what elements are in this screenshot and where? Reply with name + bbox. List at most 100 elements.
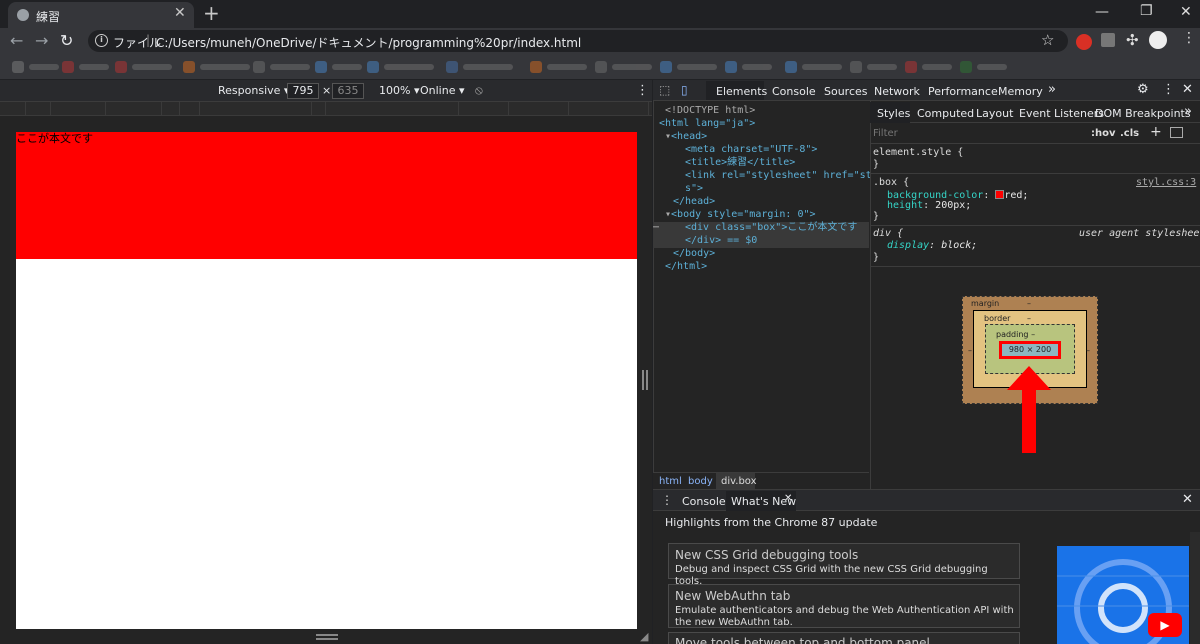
breadcrumb-html[interactable]: html bbox=[659, 476, 682, 487]
forward-icon[interactable]: → bbox=[35, 31, 48, 50]
bookmark-item[interactable] bbox=[12, 61, 59, 73]
card-title[interactable]: New CSS Grid debugging tools bbox=[675, 548, 858, 562]
tab-layout[interactable]: Layout bbox=[976, 107, 1013, 120]
height-input[interactable]: 635 bbox=[332, 83, 364, 99]
tab-dom-breakpoints[interactable]: DOM Breakpoints bbox=[1095, 107, 1191, 120]
bookmark-item[interactable] bbox=[367, 61, 434, 73]
bookmark-item[interactable] bbox=[785, 61, 842, 73]
whats-new-card[interactable]: New CSS Grid debugging tools Debug and i… bbox=[668, 543, 1020, 587]
devtools-close-icon[interactable]: ✕ bbox=[1182, 82, 1193, 97]
settings-gear-icon[interactable]: ⚙ bbox=[1137, 82, 1149, 97]
bookmark-item[interactable] bbox=[446, 61, 513, 73]
bookmark-item[interactable] bbox=[595, 61, 652, 73]
inspect-element-icon[interactable]: ⬚ bbox=[659, 83, 670, 97]
whats-new-card[interactable]: New WebAuthn tab Emulate authenticators … bbox=[668, 584, 1020, 628]
drawer-scrollbar[interactable] bbox=[1190, 532, 1200, 644]
dom-body-open[interactable]: ▾<body style="margin: 0"> bbox=[665, 208, 816, 221]
minimize-icon[interactable]: — bbox=[1095, 4, 1109, 20]
breadcrumb-body[interactable]: body bbox=[688, 476, 713, 487]
browser-tab[interactable]: 練習 ✕ bbox=[8, 2, 194, 28]
styles-filter-input[interactable] bbox=[873, 126, 1073, 141]
bookmark-item[interactable] bbox=[530, 61, 587, 73]
drawer-tab-console[interactable]: Console bbox=[682, 495, 726, 508]
dom-head-close[interactable]: </head> bbox=[673, 195, 715, 208]
drawer-close-icon[interactable]: ✕ bbox=[1182, 492, 1193, 507]
drawer-menu-icon[interactable]: ⋮ bbox=[661, 493, 673, 507]
margin-right-value[interactable]: – bbox=[1086, 346, 1090, 355]
dom-link-tail[interactable]: s"> bbox=[685, 182, 703, 195]
dom-tree[interactable]: <!DOCTYPE html> <html lang="ja"> ▾<head>… bbox=[653, 104, 902, 274]
rule-div-selector[interactable]: div { bbox=[873, 228, 903, 240]
device-more-icon[interactable]: ⋮ bbox=[636, 83, 649, 98]
whats-new-card[interactable]: Move tools between top and bottom panel bbox=[668, 632, 1020, 644]
dom-head-open[interactable]: ▾<head> bbox=[665, 130, 707, 143]
tab-event-listeners[interactable]: Event Listeners bbox=[1019, 107, 1104, 120]
box-model-content[interactable]: 980 × 200 bbox=[999, 341, 1061, 359]
height-val[interactable]: 200px; bbox=[935, 200, 971, 211]
dom-div-box[interactable]: <div class="box">ここが本文です bbox=[685, 221, 857, 234]
bookmark-item[interactable] bbox=[660, 61, 717, 73]
reload-icon[interactable]: ↻ bbox=[60, 31, 73, 50]
toggle-sidebar-icon[interactable] bbox=[1170, 127, 1183, 138]
youtube-play-icon[interactable]: ▶ bbox=[1148, 613, 1182, 637]
dom-div-close[interactable]: </div> == $0 bbox=[685, 234, 757, 247]
extension-off-icon[interactable] bbox=[1076, 34, 1092, 50]
more-style-tabs-icon[interactable]: » bbox=[1184, 104, 1192, 119]
back-icon[interactable]: ← bbox=[10, 31, 23, 50]
info-icon[interactable]: i bbox=[95, 34, 108, 47]
border-top-value[interactable]: – bbox=[1027, 314, 1031, 323]
extension-icon[interactable] bbox=[1101, 33, 1115, 47]
margin-left-value[interactable]: – bbox=[968, 346, 972, 355]
close-tab-icon[interactable]: ✕ bbox=[174, 5, 186, 21]
network-throttle-select[interactable]: Online ▾ bbox=[420, 84, 465, 97]
rule-element-style[interactable]: element.style { bbox=[873, 147, 963, 159]
chrome-update-video-thumbnail[interactable]: ▶ bbox=[1057, 546, 1189, 644]
tab-console[interactable]: Console bbox=[772, 85, 816, 98]
bookmark-item[interactable] bbox=[905, 61, 952, 73]
dom-title[interactable]: <title>練習</title> bbox=[685, 156, 795, 169]
rule-display[interactable]: display: block; bbox=[887, 240, 977, 252]
card-title[interactable]: New WebAuthn tab bbox=[675, 589, 790, 603]
width-input[interactable]: 795 bbox=[287, 83, 319, 99]
resize-handle-bottom[interactable] bbox=[316, 634, 338, 640]
device-toggle-icon[interactable]: ▯ bbox=[681, 83, 688, 97]
address-bar[interactable]: i ファイル | C:/Users/muneh/OneDrive/ドキュメント/… bbox=[88, 30, 1068, 52]
add-rule-icon[interactable]: + bbox=[1150, 124, 1162, 140]
puzzle-icon[interactable]: ✣ bbox=[1126, 31, 1139, 49]
dom-doctype[interactable]: <!DOCTYPE html> bbox=[665, 104, 755, 117]
address-url[interactable]: C:/Users/muneh/OneDrive/ドキュメント/programmi… bbox=[156, 34, 581, 51]
bookmark-item[interactable] bbox=[62, 61, 109, 73]
color-swatch-icon[interactable] bbox=[995, 190, 1005, 199]
node-dots-icon[interactable]: ⋯ bbox=[653, 221, 659, 234]
hov-toggle[interactable]: :hov bbox=[1091, 128, 1116, 139]
card-title[interactable]: Move tools between top and bottom panel bbox=[675, 636, 930, 644]
dom-meta[interactable]: <meta charset="UTF-8"> bbox=[685, 143, 817, 156]
bookmark-item[interactable] bbox=[253, 61, 310, 73]
bookmark-item[interactable] bbox=[183, 61, 250, 73]
media-query-bar[interactable] bbox=[0, 102, 652, 116]
breadcrumb-div-box[interactable]: div.box bbox=[721, 476, 757, 487]
bookmark-item[interactable] bbox=[960, 61, 1007, 73]
restore-icon[interactable]: ❐ bbox=[1140, 3, 1153, 19]
bg-val[interactable]: red; bbox=[1004, 190, 1028, 201]
resize-handle-right[interactable] bbox=[642, 370, 648, 390]
devtools-menu-icon[interactable]: ⋮ bbox=[1162, 82, 1175, 97]
tab-sources[interactable]: Sources bbox=[824, 85, 868, 98]
tab-network[interactable]: Network bbox=[874, 85, 920, 98]
bookmark-item[interactable] bbox=[315, 61, 362, 73]
window-close-icon[interactable]: ✕ bbox=[1180, 4, 1192, 20]
bookmark-item[interactable] bbox=[115, 61, 172, 73]
dom-html-open[interactable]: <html lang="ja"> bbox=[659, 117, 755, 130]
menu-icon[interactable]: ⋮ bbox=[1182, 30, 1196, 46]
cls-toggle[interactable]: .cls bbox=[1120, 128, 1139, 139]
device-mode-select[interactable]: Responsive ▾ bbox=[218, 84, 289, 97]
more-tabs-icon[interactable]: » bbox=[1048, 82, 1056, 97]
bookmark-star-icon[interactable]: ☆ bbox=[1041, 31, 1054, 49]
bookmark-item[interactable] bbox=[850, 61, 897, 73]
tab-memory[interactable]: Memory bbox=[998, 85, 1043, 98]
rotate-icon[interactable]: ⦸ bbox=[475, 83, 483, 98]
margin-top-value[interactable]: – bbox=[1027, 299, 1031, 308]
zoom-select[interactable]: 100% ▾ bbox=[379, 84, 419, 97]
bookmark-item[interactable] bbox=[725, 61, 772, 73]
avatar[interactable] bbox=[1149, 31, 1167, 49]
